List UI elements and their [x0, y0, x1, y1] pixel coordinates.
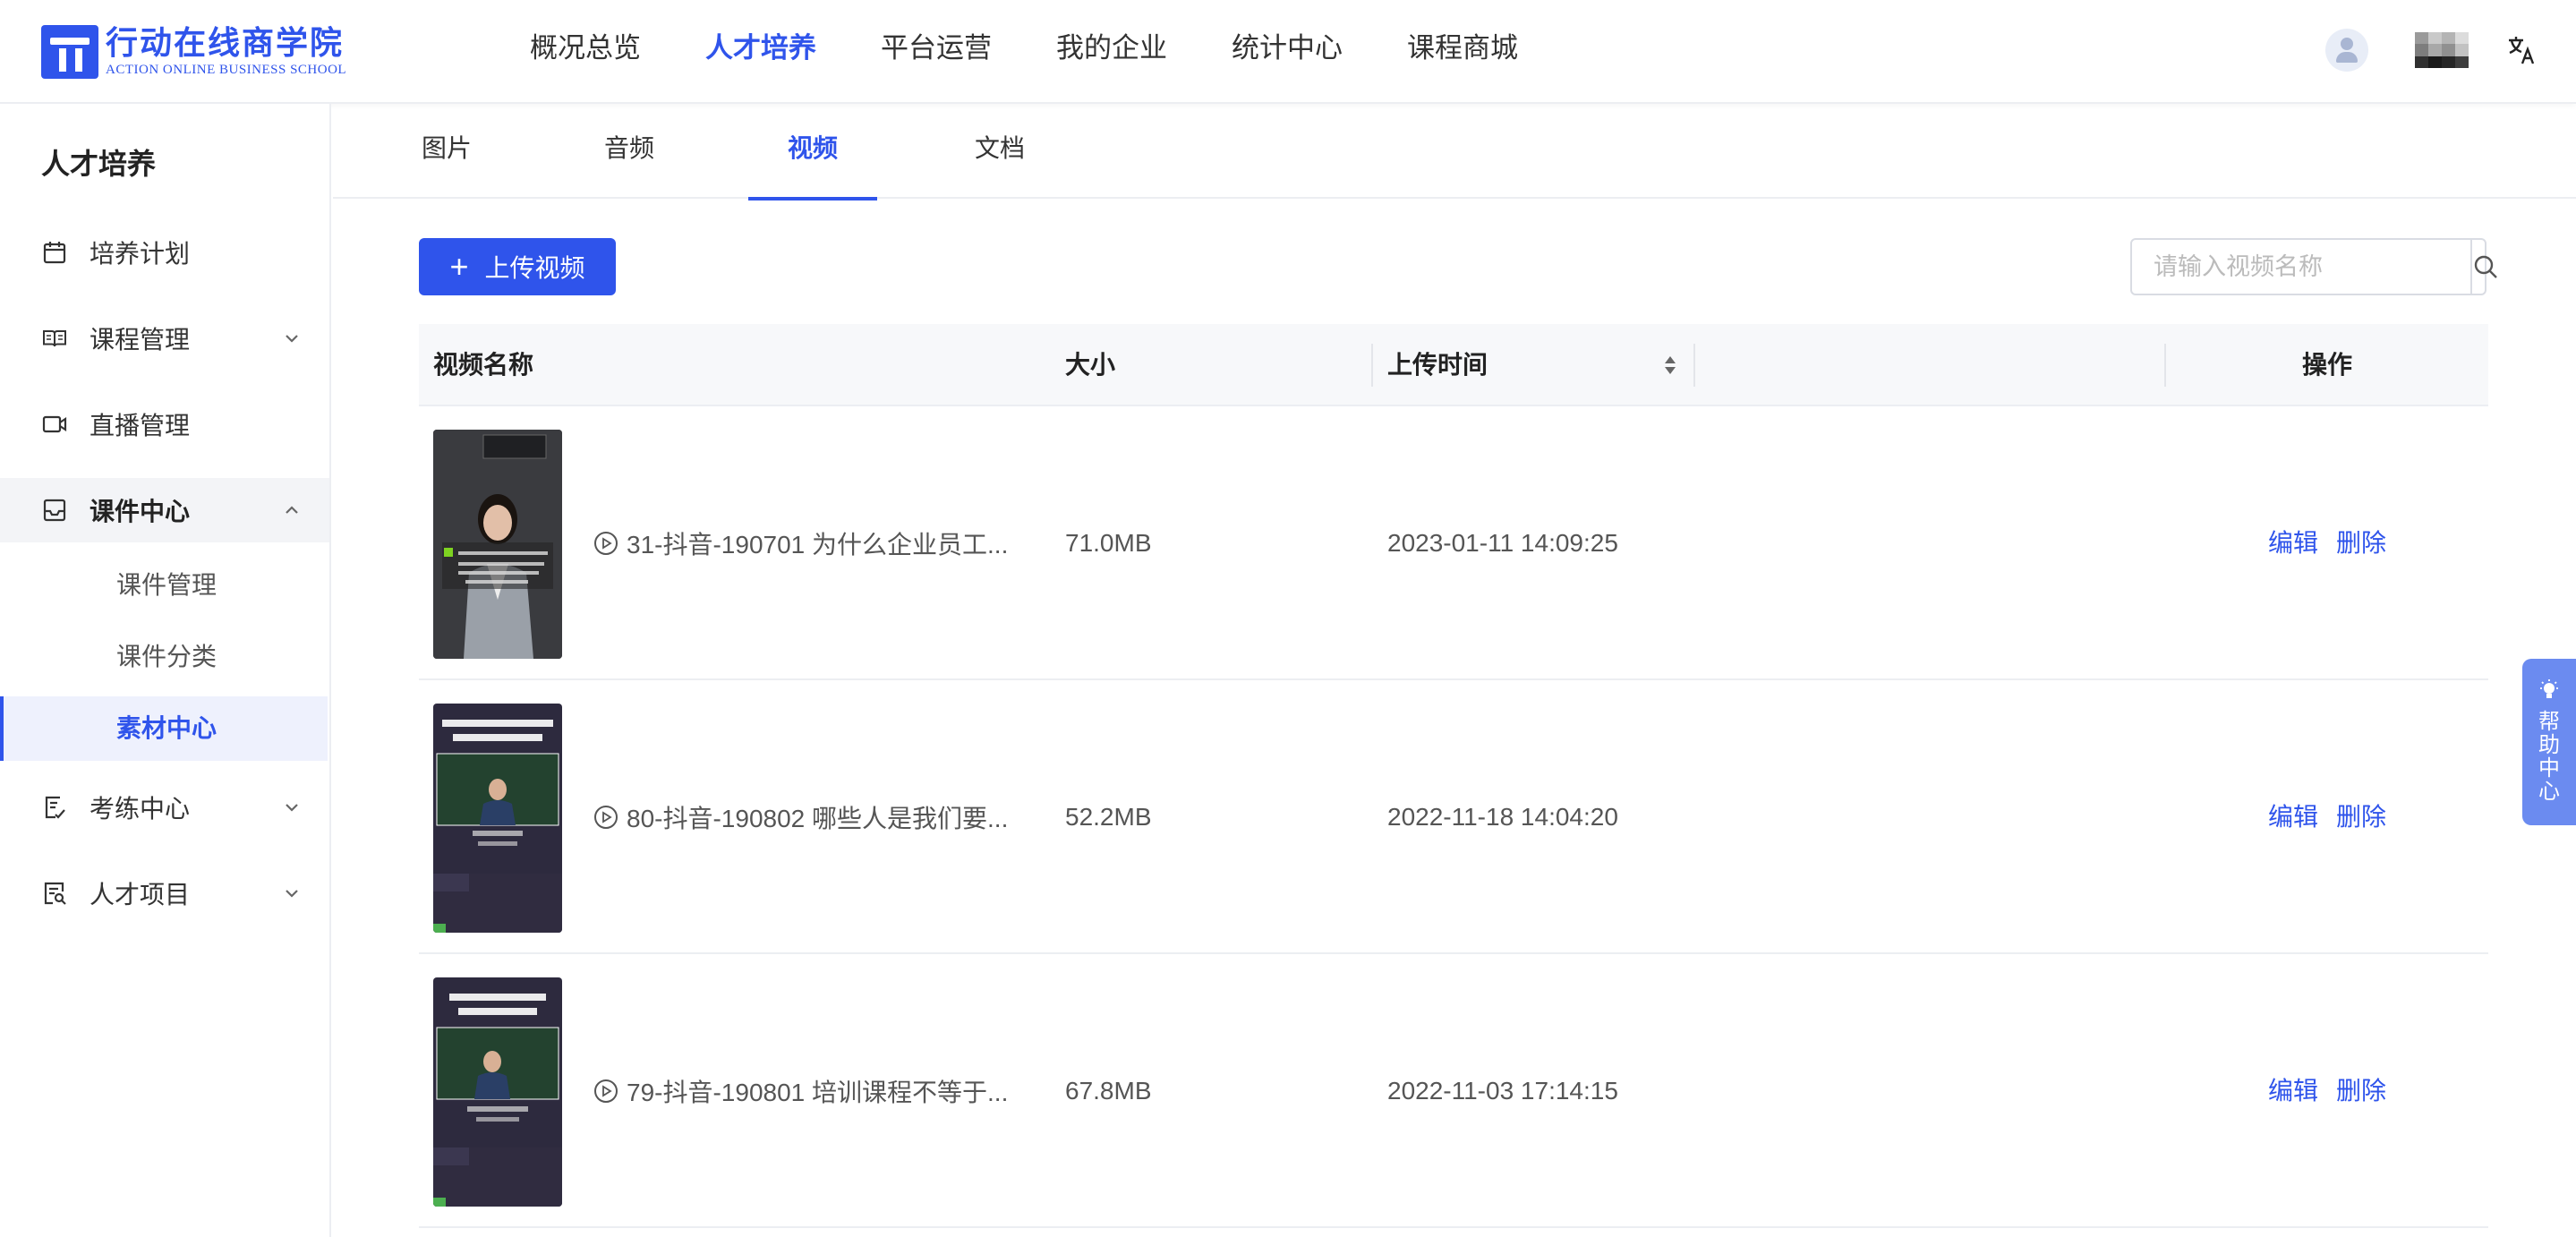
- video-name[interactable]: 79-抖音-190801 培训课程不等于...: [627, 1073, 1008, 1109]
- top-nav: 概况总览 人才培养 平台运营 我的企业 统计中心 课程商城: [530, 0, 1582, 104]
- upload-video-label: 上传视频: [484, 254, 585, 282]
- play-icon: [594, 806, 618, 829]
- project-icon: [41, 880, 68, 907]
- video-size: 71.0MB: [1065, 529, 1152, 557]
- column-header-size: 大小: [1065, 351, 1116, 379]
- table-row: 79-抖音-190801 培训课程不等于... 67.8MB 2022-11-0…: [419, 954, 2488, 1228]
- sidebar-item-project[interactable]: 人才项目: [0, 861, 329, 926]
- nav-item-overview[interactable]: 概况总览: [530, 0, 641, 104]
- plus-icon: +: [449, 248, 469, 285]
- book-icon: [41, 325, 68, 352]
- table-row: 31-抖音-190701 为什么企业员工... 71.0MB 2023-01-1…: [419, 406, 2488, 680]
- sidebar-subitem-material-center[interactable]: 素材中心: [0, 696, 328, 761]
- nav-item-talent[interactable]: 人才培养: [705, 0, 816, 104]
- video-name-cell: 31-抖音-190701 为什么企业员工...: [593, 406, 1013, 680]
- avatar-icon[interactable]: [2325, 29, 2368, 72]
- lightbulb-icon: [2540, 679, 2558, 698]
- search-input[interactable]: [2132, 240, 2470, 294]
- edit-button[interactable]: 编辑: [2268, 954, 2318, 1228]
- sidebar-item-exam[interactable]: 考练中心: [0, 775, 329, 840]
- material-tabs: 图片 音频 视频 文档: [333, 104, 2576, 200]
- play-icon: [594, 532, 618, 555]
- video-search: [2130, 238, 2497, 295]
- column-divider: [2164, 344, 2166, 387]
- inbox-icon: [41, 497, 68, 524]
- column-header-time[interactable]: 上传时间: [1387, 324, 1488, 406]
- exam-icon: [41, 794, 68, 821]
- video-size: 52.2MB: [1065, 803, 1152, 831]
- sidebar-item-live[interactable]: 直播管理: [0, 392, 329, 456]
- search-button[interactable]: [2470, 240, 2499, 294]
- sidebar-title: 人才培养: [41, 148, 157, 180]
- sidebar-item-label: 课件中心: [90, 498, 191, 525]
- video-table: 视频名称 大小 上传时间 操作 31-抖音-190701 为什么企业员工... …: [419, 324, 2488, 1228]
- sidebar-item-plan[interactable]: 培养计划: [0, 220, 329, 285]
- chevron-up-icon: [286, 506, 298, 514]
- chevron-down-icon: [286, 335, 298, 343]
- sidebar-subitem-courseware-category[interactable]: 课件分类: [0, 625, 328, 689]
- chevron-down-icon: [286, 804, 298, 812]
- logo-mark-icon: [41, 25, 98, 79]
- sidebar-item-label: 考练中心: [90, 795, 191, 823]
- calendar-icon: [41, 239, 68, 266]
- logo-name-en: ACTION ONLINE BUSINESS SCHOOL: [106, 63, 347, 77]
- video-thumbnail[interactable]: [433, 977, 562, 1207]
- video-name-cell: 80-抖音-190802 哪些人是我们要...: [593, 680, 1013, 954]
- upload-time: 2023-01-11 14:09:25: [1387, 529, 1618, 557]
- search-icon: [2474, 255, 2497, 278]
- video-name[interactable]: 31-抖音-190701 为什么企业员工...: [627, 525, 1008, 561]
- tab-document[interactable]: 文档: [968, 104, 1031, 199]
- help-center-label: 帮助中心: [2538, 710, 2560, 804]
- tab-audio[interactable]: 音频: [598, 104, 661, 199]
- sidebar-item-label: 人才项目: [90, 881, 191, 909]
- video-size: 67.8MB: [1065, 1077, 1152, 1105]
- chevron-down-icon: [286, 890, 298, 898]
- column-divider: [1693, 344, 1695, 387]
- username-obscured[interactable]: [2415, 32, 2469, 68]
- language-icon[interactable]: [2504, 32, 2540, 68]
- video-thumbnail[interactable]: [433, 704, 562, 933]
- delete-button[interactable]: 删除: [2336, 406, 2386, 680]
- delete-button[interactable]: 删除: [2336, 954, 2386, 1228]
- nav-item-enterprise[interactable]: 我的企业: [1056, 0, 1167, 104]
- column-header-actions: 操作: [2302, 351, 2353, 379]
- sidebar: 人才培养 培养计划 课程管理 直播管理 课件中心 课件管理 课件分类 素材中心 …: [0, 104, 331, 1237]
- video-camera-icon: [41, 411, 68, 438]
- sidebar-item-course[interactable]: 课程管理: [0, 306, 329, 371]
- video-thumbnail[interactable]: [433, 430, 562, 659]
- column-header-name: 视频名称: [433, 351, 534, 379]
- logo-name-cn: 行动在线商学院: [106, 25, 345, 62]
- sidebar-item-label: 课程管理: [90, 326, 191, 354]
- nav-item-operations[interactable]: 平台运营: [881, 0, 992, 104]
- play-icon: [594, 1079, 618, 1103]
- sort-icon[interactable]: [1663, 353, 1677, 378]
- table-row: 80-抖音-190802 哪些人是我们要... 52.2MB 2022-11-1…: [419, 680, 2488, 954]
- sidebar-item-courseware[interactable]: 课件中心: [0, 478, 329, 542]
- upload-time: 2022-11-18 14:04:20: [1387, 803, 1618, 831]
- logo[interactable]: 行动在线商学院 ACTION ONLINE BUSINESS SCHOOL: [41, 23, 346, 81]
- edit-button[interactable]: 编辑: [2268, 406, 2318, 680]
- table-header: 视频名称 大小 上传时间 操作: [419, 324, 2488, 406]
- header-right: [2325, 25, 2540, 75]
- video-name-cell: 79-抖音-190801 培训课程不等于...: [593, 954, 1013, 1228]
- column-divider: [1371, 344, 1373, 387]
- nav-item-statistics[interactable]: 统计中心: [1232, 0, 1343, 104]
- logo-text: 行动在线商学院 ACTION ONLINE BUSINESS SCHOOL: [106, 26, 346, 78]
- help-center-button[interactable]: 帮助中心: [2522, 659, 2576, 825]
- delete-button[interactable]: 删除: [2336, 680, 2386, 954]
- top-header: 行动在线商学院 ACTION ONLINE BUSINESS SCHOOL 概况…: [0, 0, 2576, 104]
- upload-time: 2022-11-03 17:14:15: [1387, 1077, 1618, 1105]
- sidebar-subitem-courseware-manage[interactable]: 课件管理: [0, 553, 328, 618]
- tab-video[interactable]: 视频: [748, 104, 877, 200]
- nav-item-mall[interactable]: 课程商城: [1407, 0, 1518, 104]
- video-name[interactable]: 80-抖音-190802 哪些人是我们要...: [627, 799, 1008, 835]
- upload-video-button[interactable]: + 上传视频: [419, 238, 616, 295]
- sidebar-item-label: 直播管理: [90, 412, 191, 439]
- tab-image[interactable]: 图片: [415, 104, 478, 199]
- edit-button[interactable]: 编辑: [2268, 680, 2318, 954]
- sidebar-item-label: 培养计划: [90, 240, 191, 268]
